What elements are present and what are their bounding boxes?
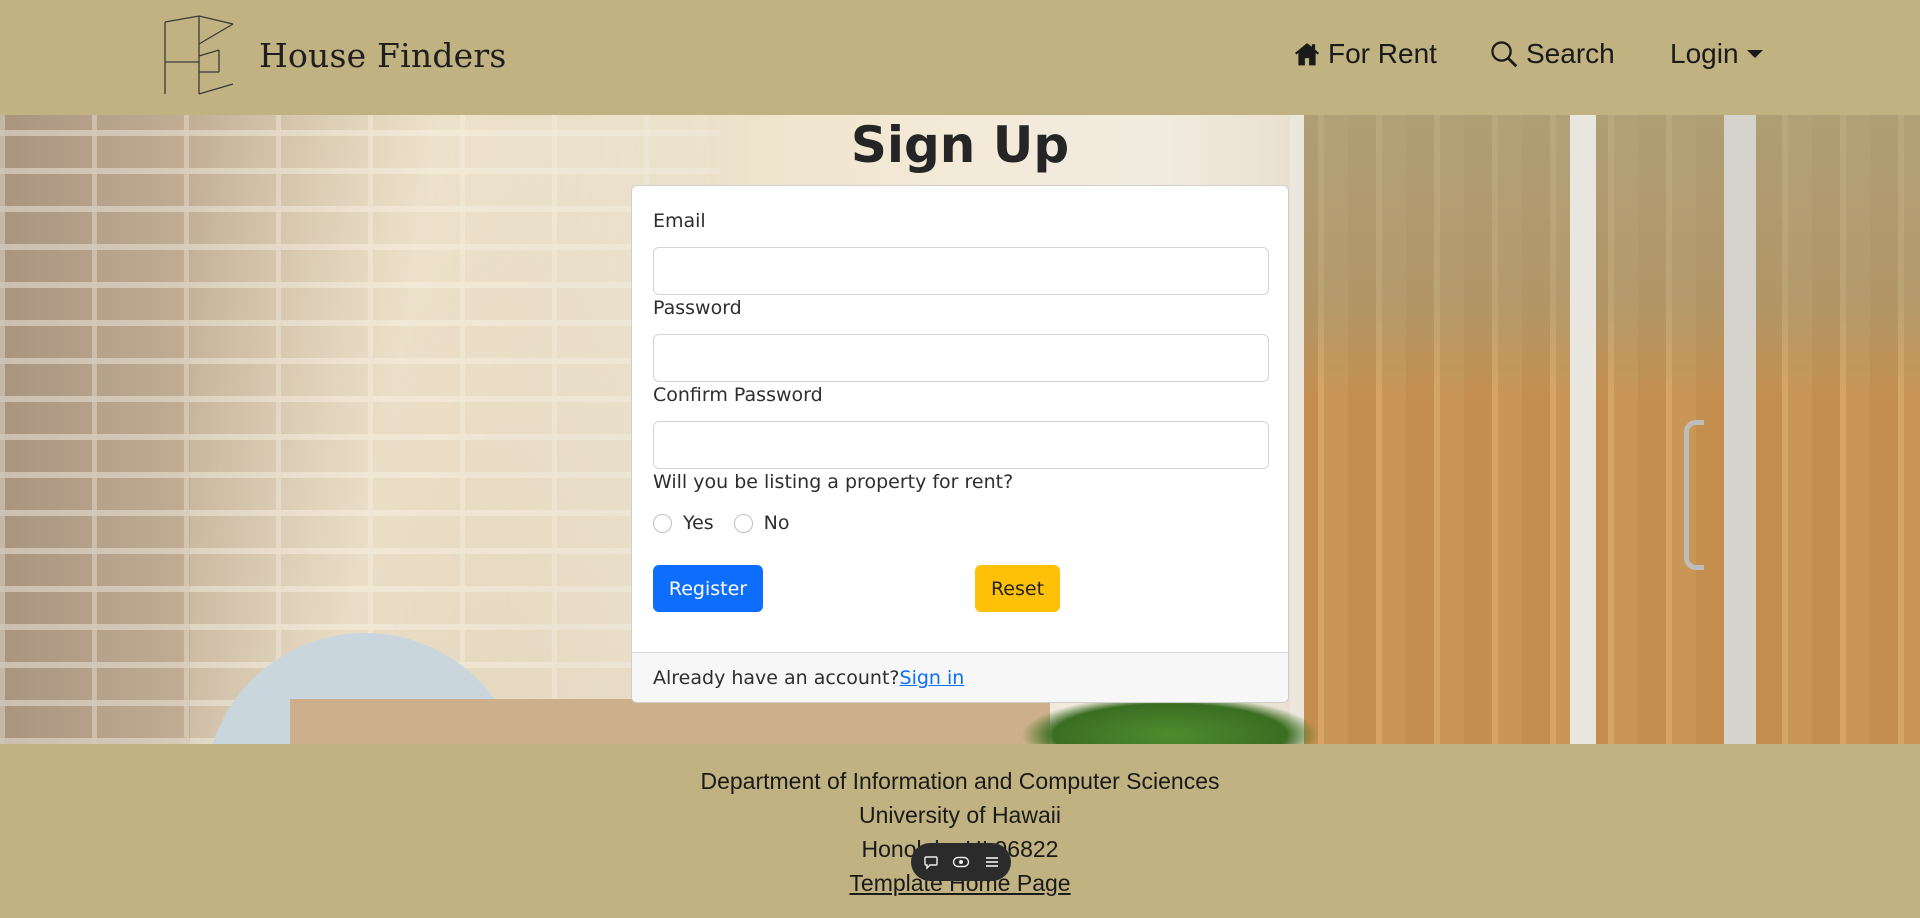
house-icon — [1294, 43, 1320, 66]
register-button[interactable]: Register — [653, 565, 763, 612]
menu-icon[interactable] — [981, 851, 1003, 873]
house-finders-logo-icon — [164, 15, 234, 95]
listing-question: Will you be listing a property for rent? — [653, 471, 1014, 493]
signup-card: Email Password Confirm Password Will you… — [631, 185, 1289, 703]
eye-icon[interactable] — [950, 851, 972, 873]
brand-link[interactable]: House Finders — [163, 14, 507, 96]
nav-login-label: Login — [1670, 38, 1739, 69]
signin-link[interactable]: Sign in — [900, 667, 965, 689]
door-frame — [1724, 115, 1756, 744]
nav-login-dropdown[interactable]: Login — [1670, 38, 1763, 70]
nav-search-label: Search — [1526, 38, 1615, 69]
reset-button[interactable]: Reset — [975, 565, 1060, 612]
search-icon — [1491, 41, 1518, 68]
footer-university: University of Hawaii — [859, 802, 1061, 828]
radio-no-label: No — [763, 512, 790, 534]
password-label: Password — [653, 297, 742, 319]
caret-down-icon — [1746, 50, 1763, 58]
page-footer: Department of Information and Computer S… — [0, 744, 1920, 918]
table-decoration — [290, 699, 1050, 744]
signup-form: Email Password Confirm Password Will you… — [632, 186, 1288, 652]
radio-yes[interactable] — [653, 513, 672, 533]
comment-icon[interactable] — [920, 851, 942, 873]
confirm-password-label: Confirm Password — [653, 384, 823, 406]
password-field[interactable] — [653, 334, 1269, 382]
floating-toolbar — [911, 843, 1011, 881]
radio-no[interactable] — [733, 513, 753, 533]
brand-name: House Finders — [259, 35, 507, 75]
door-frame — [1570, 115, 1596, 744]
listing-radio-group: Yes No — [653, 512, 790, 534]
nav-for-rent-label: For Rent — [1328, 38, 1437, 69]
navbar: House Finders For Rent Search Login — [0, 0, 1920, 115]
signin-prompt: Already have an account?Sign in — [653, 667, 964, 689]
card-footer: Already have an account?Sign in — [632, 652, 1288, 702]
door-handle — [1684, 420, 1704, 570]
signin-prompt-text: Already have an account? — [653, 667, 900, 689]
email-field[interactable] — [653, 247, 1269, 295]
nav-for-rent-link[interactable]: For Rent — [1294, 38, 1437, 70]
confirm-password-field[interactable] — [653, 421, 1269, 469]
footer-department: Department of Information and Computer S… — [700, 768, 1220, 794]
email-label: Email — [653, 210, 706, 232]
window-fence-decoration — [1290, 115, 1920, 744]
door-frame — [1290, 115, 1304, 744]
page-title: Sign Up — [850, 116, 1070, 174]
nav-search-link[interactable]: Search — [1490, 38, 1615, 70]
radio-yes-label: Yes — [683, 512, 714, 534]
